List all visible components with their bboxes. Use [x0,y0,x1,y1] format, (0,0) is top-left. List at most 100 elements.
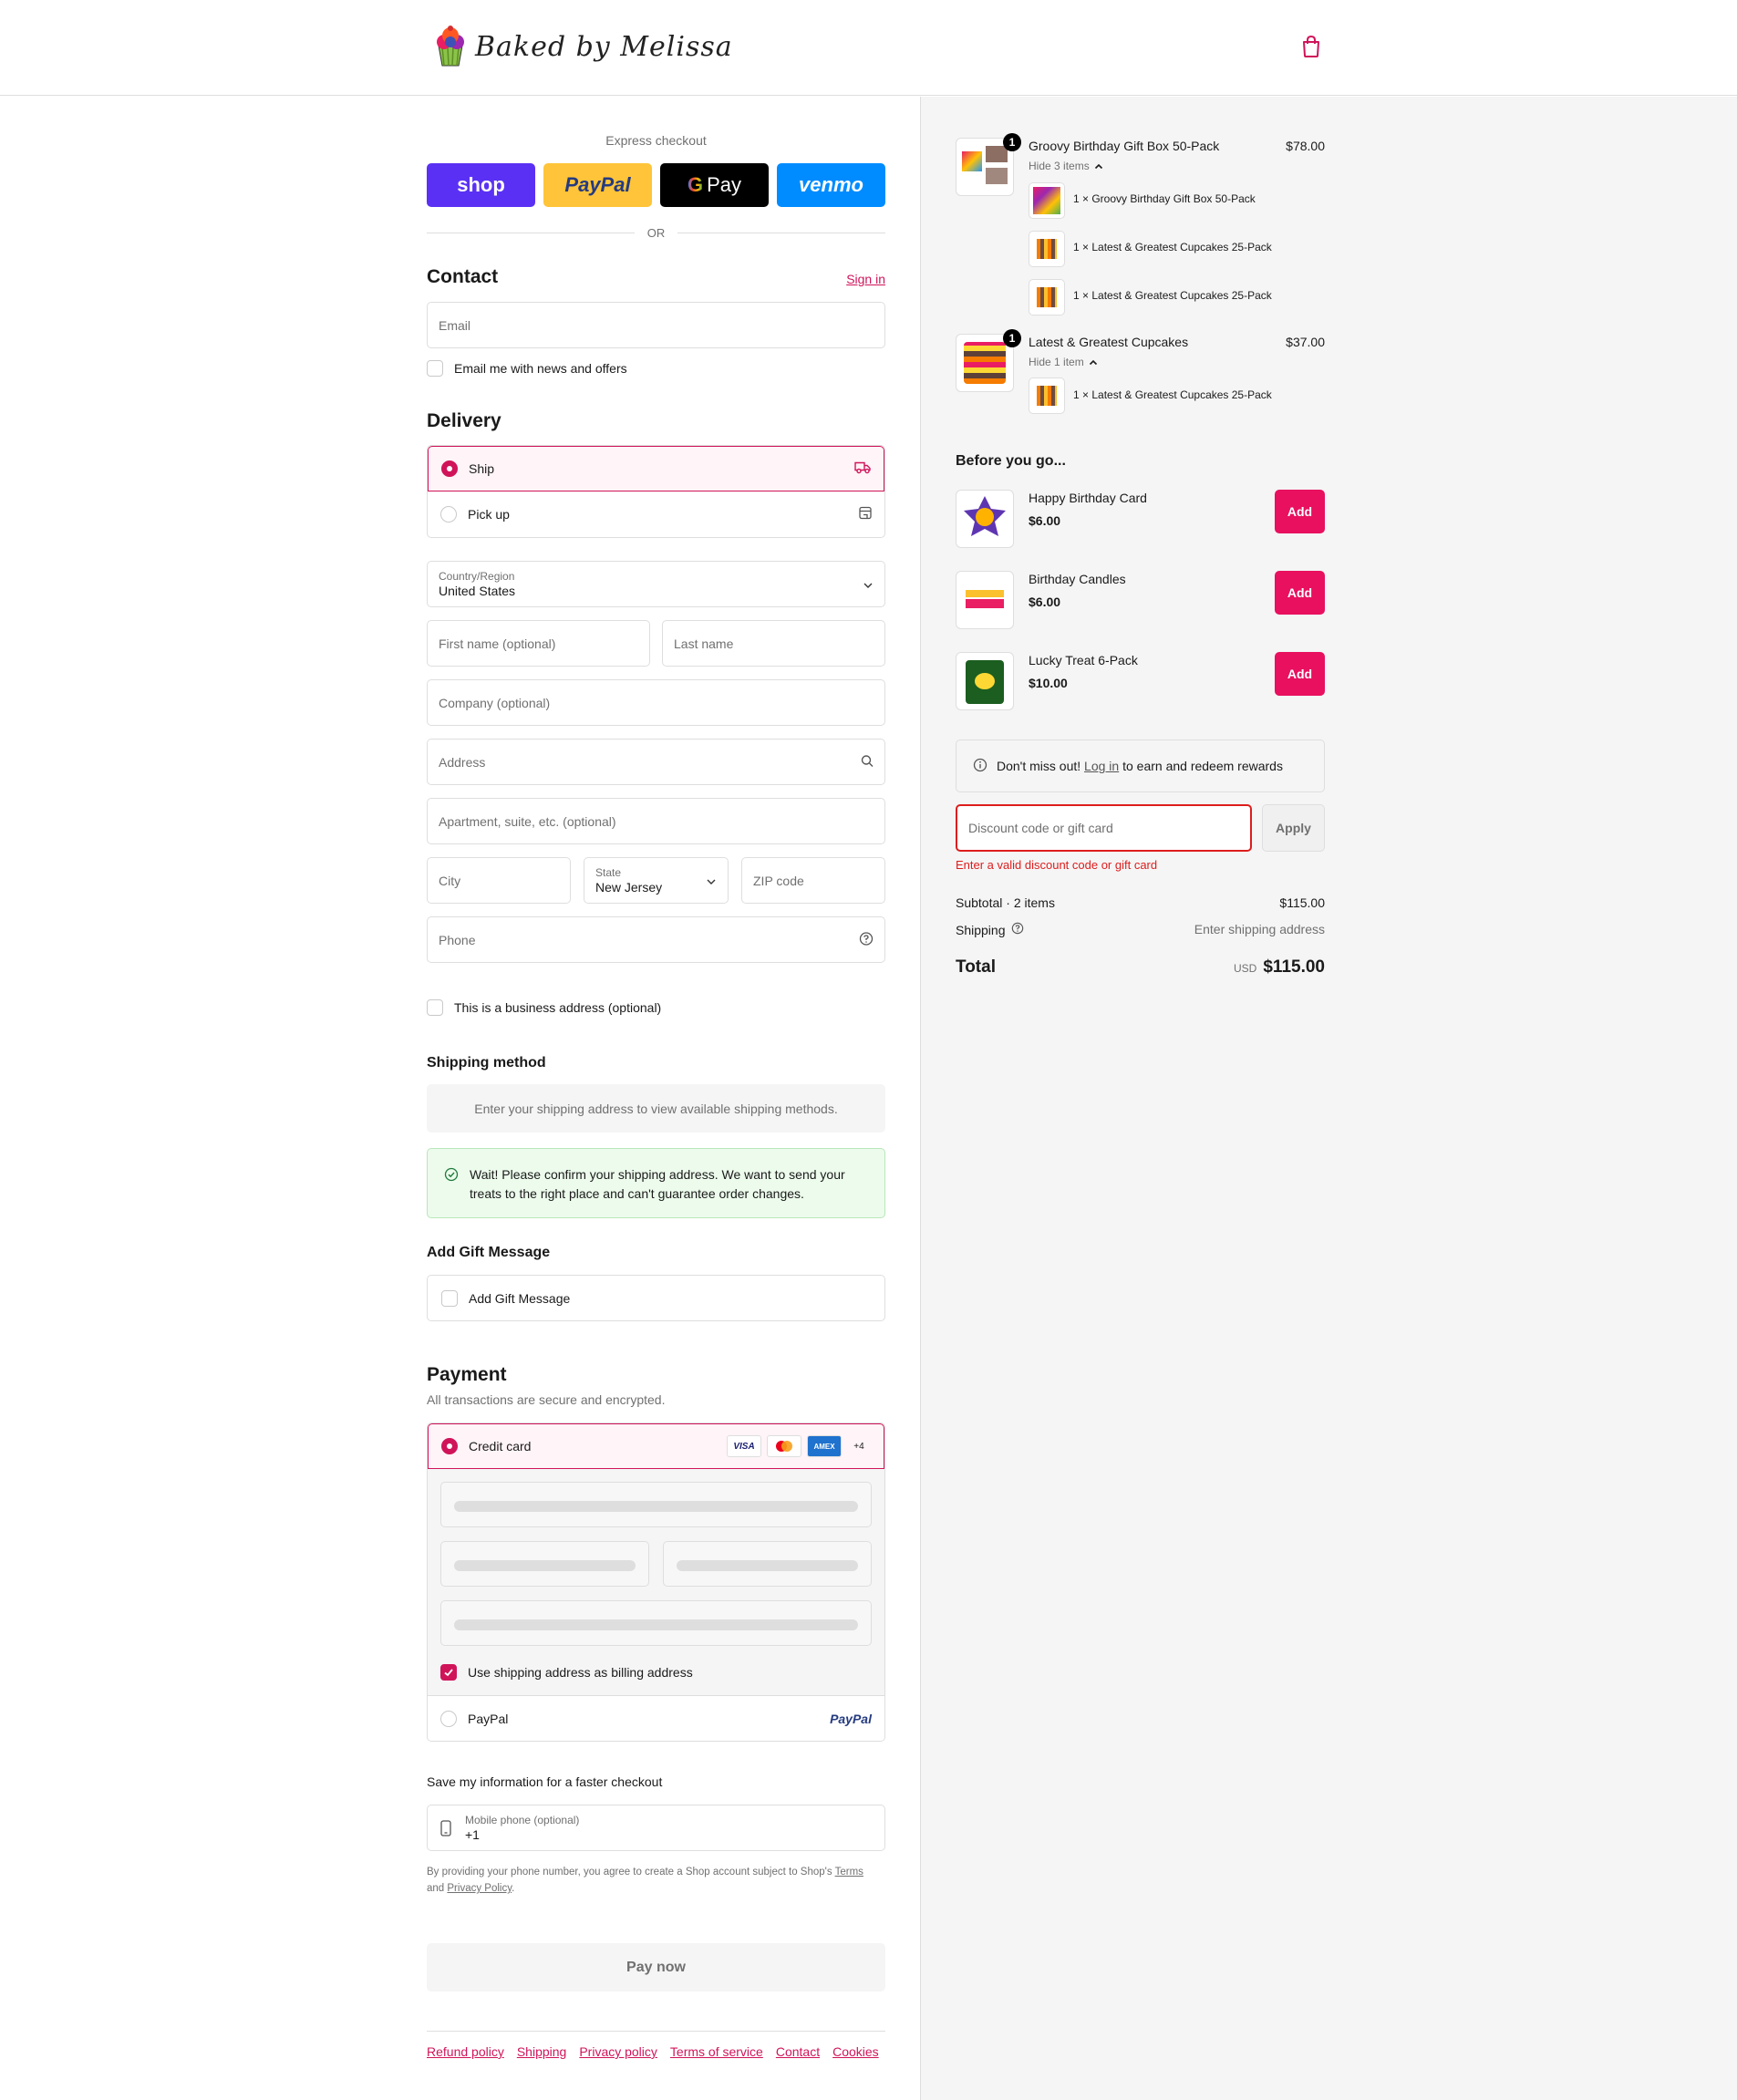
apartment-field[interactable]: Apartment, suite, etc. (optional) [427,798,885,844]
venmo-button[interactable]: venmo [777,163,885,207]
card-number-field[interactable] [440,1482,872,1527]
credit-card-option[interactable]: Credit card VISA AMEX +4 [428,1423,884,1469]
currency-code: USD [1234,962,1257,975]
gift-message-checkbox[interactable] [441,1289,458,1307]
ship-label: Ship [469,461,495,476]
google-pay-button[interactable]: G Pay [660,163,769,207]
pay-now-button[interactable]: Pay now [427,1943,885,1991]
country-select[interactable]: Country/Region United States [427,561,885,607]
save-info-heading: Save my information for a faster checkou… [427,1774,663,1789]
credit-card-label: Credit card [469,1439,532,1453]
add-upsell-button[interactable]: Add [1275,652,1325,696]
card-cvv-field[interactable] [663,1541,872,1587]
quantity-badge: 1 [1003,329,1021,347]
add-upsell-button[interactable]: Add [1275,490,1325,533]
country-value: United States [439,583,516,598]
contact-link[interactable]: Contact [776,2044,820,2059]
apply-discount-button[interactable]: Apply [1262,804,1325,852]
news-checkbox-row[interactable]: Email me with news and offers [427,360,627,377]
shop-pay-button[interactable]: shop [427,163,535,207]
paypal-option[interactable]: PayPal PayPal [428,1695,884,1741]
help-circle-icon[interactable] [1011,922,1024,937]
sub-item-line: 1 × Latest & Greatest Cupcakes 25-Pack [1073,241,1272,253]
ship-radio[interactable] [441,460,458,477]
credit-card-radio[interactable] [441,1438,458,1454]
amex-icon: AMEX [807,1435,842,1457]
total-amount: USD $115.00 [1234,957,1325,978]
or-divider: OR [427,223,885,242]
discount-error: Enter a valid discount code or gift card [956,858,1158,872]
check-circle-icon [444,1167,459,1187]
phone-field[interactable]: Phone [427,916,885,963]
email-field[interactable]: Email [427,302,885,348]
paypal-express-button[interactable]: PayPal [543,163,652,207]
business-address-checkbox[interactable] [427,999,443,1016]
first-name-field[interactable]: First name (optional) [427,620,650,667]
sub-item-thumbnail [1029,182,1065,219]
contact-heading: Contact [427,266,499,287]
discount-placeholder: Discount code or gift card [968,821,1113,835]
google-g-icon: G [687,173,704,196]
card-brands: VISA AMEX +4 [727,1435,871,1457]
privacy-policy-footer-link[interactable]: Privacy policy [579,2044,657,2059]
city-field[interactable]: City [427,857,571,904]
help-circle-icon[interactable] [859,931,874,948]
confirm-address-line1: Wait! Please confirm your shipping addre… [470,1167,845,1182]
cupcake-logo-icon [433,26,468,67]
confirm-address-line2: treats to the right place and can't guar… [470,1186,804,1201]
confirm-address-banner: Wait! Please confirm your shipping addre… [427,1148,885,1218]
shopping-bag-icon[interactable] [1300,35,1324,60]
billing-same-checkbox[interactable] [440,1664,457,1681]
last-name-field[interactable]: Last name [662,620,885,667]
mobile-phone-field[interactable]: Mobile phone (optional) +1 [427,1805,885,1851]
apartment-placeholder: Apartment, suite, etc. (optional) [439,813,616,829]
discount-code-input[interactable]: Discount code or gift card [956,804,1252,852]
shipping-link[interactable]: Shipping [517,2044,567,2059]
subtotal-label: Subtotal · 2 items [956,895,1055,910]
billing-same-row[interactable]: Use shipping address as billing address [440,1664,693,1681]
business-address-row[interactable]: This is a business address (optional) [427,999,661,1016]
shipping-method-heading: Shipping method [427,1055,546,1071]
express-checkout-label: Express checkout [605,133,707,148]
news-checkbox[interactable] [427,360,443,377]
chevron-up-icon [1089,356,1098,368]
refund-policy-link[interactable]: Refund policy [427,2044,504,2059]
mobile-phone-value: +1 [465,1826,480,1842]
address-field[interactable]: Address [427,739,885,785]
upsell-heading: Before you go... [956,453,1066,469]
sub-item-thumbnail [1029,378,1065,414]
zip-field[interactable]: ZIP code [741,857,885,904]
truck-icon [854,461,871,477]
hide-items-label: Hide 1 item [1029,356,1084,368]
pickup-option[interactable]: Pick up [428,491,884,537]
terms-of-service-link[interactable]: Terms of service [670,2044,763,2059]
billing-same-label: Use shipping address as billing address [468,1665,693,1680]
brand-logo[interactable]: Baked by Melissa [433,26,733,67]
paypal-radio[interactable] [440,1710,457,1727]
gift-message-option[interactable]: Add Gift Message [427,1275,885,1321]
hide-items-toggle[interactable]: Hide 3 items [1029,160,1103,172]
ship-option[interactable]: Ship [428,446,884,491]
card-expiry-field[interactable] [440,1541,649,1587]
sign-in-link[interactable]: Sign in [846,272,885,286]
company-field[interactable]: Company (optional) [427,679,885,726]
upsell-name: Birthday Candles [1029,572,1126,586]
total-label: Total [956,957,996,977]
sub-item-line: 1 × Groovy Birthday Gift Box 50-Pack [1073,192,1256,205]
privacy-policy-link[interactable]: Privacy Policy [447,1883,512,1894]
terms-link[interactable]: Terms [835,1867,863,1878]
cookies-link[interactable]: Cookies [832,2044,879,2059]
last-name-placeholder: Last name [674,636,734,651]
add-upsell-button[interactable]: Add [1275,571,1325,615]
mobile-phone-label: Mobile phone (optional) [465,1813,580,1826]
mastercard-icon [767,1435,801,1457]
paypal-logo-icon: PayPal [830,1711,872,1726]
card-name-field[interactable] [440,1600,872,1646]
google-pay-label: Pay [707,173,742,196]
mobile-phone-icon [440,1820,451,1839]
log-in-link[interactable]: Log in [1084,759,1119,773]
pickup-radio[interactable] [440,506,457,522]
state-select[interactable]: State New Jersey [584,857,729,904]
upsell-thumbnail [956,490,1014,548]
hide-items-toggle[interactable]: Hide 1 item [1029,356,1098,368]
